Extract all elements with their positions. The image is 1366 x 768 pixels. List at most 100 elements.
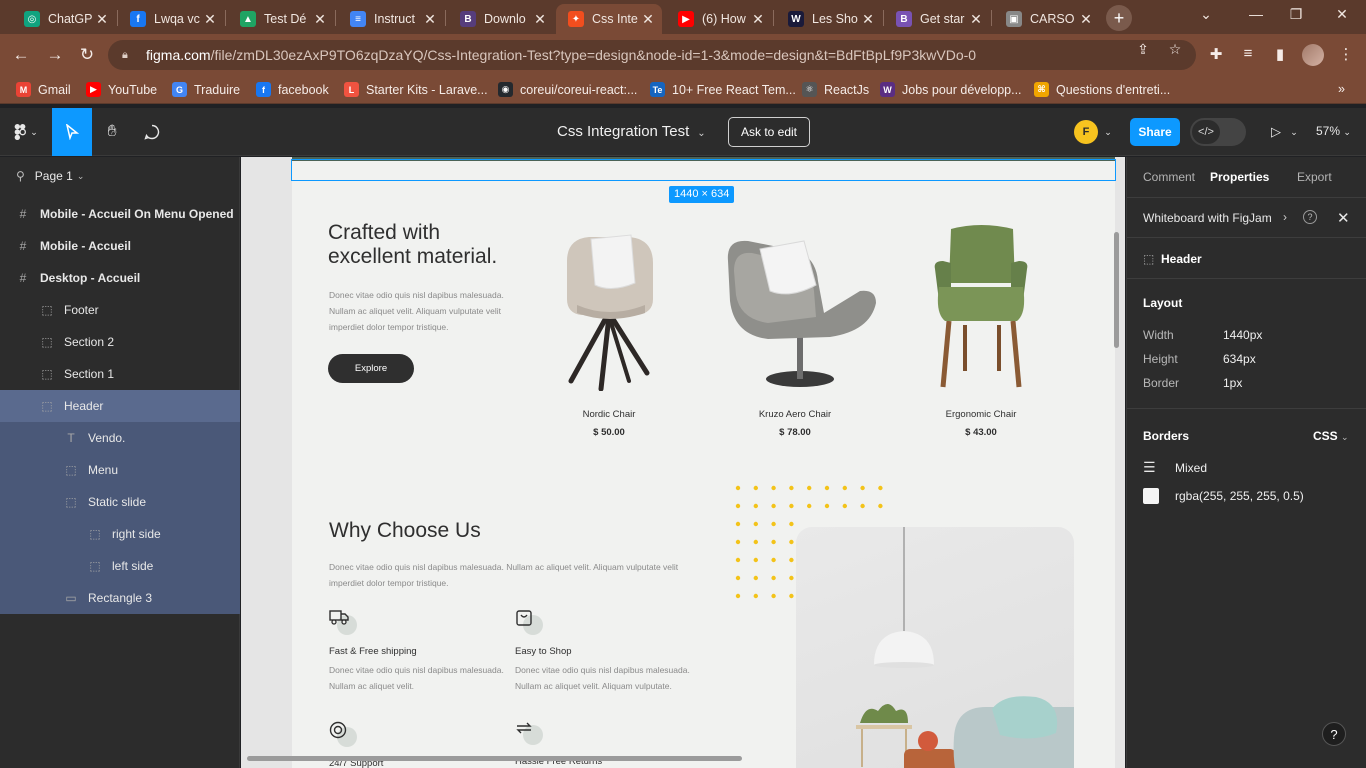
- bookmark-item[interactable]: Te 10+ Free React Tem...: [650, 82, 796, 97]
- layer-item[interactable]: ⬚ Static slide: [0, 486, 240, 518]
- border-color-swatch[interactable]: [1143, 488, 1159, 504]
- browser-tab[interactable]: ◎ ChatGP ✕: [12, 4, 116, 34]
- selection-outline[interactable]: [291, 159, 1116, 181]
- minimize-icon[interactable]: —: [1246, 6, 1266, 22]
- user-avatar[interactable]: F: [1074, 120, 1098, 144]
- layer-item[interactable]: # Mobile - Accueil On Menu Opened: [0, 198, 240, 230]
- share-button[interactable]: Share: [1130, 118, 1180, 146]
- ask-to-edit-button[interactable]: Ask to edit: [728, 117, 810, 147]
- tab-export[interactable]: Export: [1297, 170, 1332, 184]
- figma-main-menu-icon[interactable]: ⌄: [6, 108, 46, 156]
- chrome-menu-icon[interactable]: ⋮: [1336, 45, 1356, 65]
- tab-close-icon[interactable]: ✕: [202, 11, 218, 28]
- tab-close-icon[interactable]: ✕: [532, 11, 548, 28]
- product-card[interactable]: Ergonomic Chair $ 43.00: [906, 221, 1056, 438]
- tab-close-icon[interactable]: ✕: [640, 11, 656, 28]
- layer-item[interactable]: ⬚ Footer: [0, 294, 240, 326]
- present-chevron-icon[interactable]: ⌄: [1288, 108, 1300, 156]
- side-panel-icon[interactable]: ▮: [1270, 45, 1290, 65]
- users-chevron-icon[interactable]: ⌄: [1100, 108, 1116, 156]
- bookmark-item[interactable]: W Jobs pour développ...: [880, 82, 1022, 97]
- layer-item[interactable]: T Vendo.: [0, 422, 240, 454]
- forward-icon[interactable]: →: [44, 44, 66, 66]
- dev-mode-toggle[interactable]: </>: [1190, 118, 1246, 146]
- bookmark-item[interactable]: ⌘ Questions d'entreti...: [1034, 82, 1170, 97]
- layer-item[interactable]: ⬚ Menu: [0, 454, 240, 486]
- file-title[interactable]: Css Integration Test ⌄: [557, 123, 706, 140]
- page-selector[interactable]: ⚲ Page 1 ⌄: [16, 169, 84, 183]
- layer-item[interactable]: # Mobile - Accueil: [0, 230, 240, 262]
- bookmark-item[interactable]: G Traduire: [172, 82, 240, 97]
- more-bookmarks-icon[interactable]: »: [1338, 82, 1345, 96]
- css-format-select[interactable]: CSS ⌄: [1313, 429, 1349, 443]
- explore-button[interactable]: Explore: [328, 354, 414, 383]
- bookmark-favicon-icon: ◉: [498, 82, 513, 97]
- vertical-scrollbar[interactable]: [1114, 232, 1119, 348]
- help-button[interactable]: ?: [1322, 722, 1346, 746]
- browser-tab[interactable]: B Get star ✕: [884, 4, 990, 34]
- close-icon[interactable]: ✕: [1337, 209, 1350, 227]
- present-play-icon[interactable]: ▷: [1264, 108, 1288, 156]
- tab-close-icon[interactable]: ✕: [860, 11, 876, 28]
- share-page-icon[interactable]: ⇪: [1134, 41, 1152, 59]
- browser-tab[interactable]: ✦ Css Inte ✕: [556, 4, 662, 34]
- height-value[interactable]: 634px: [1223, 352, 1256, 366]
- horizontal-scrollbar[interactable]: [247, 756, 742, 761]
- width-value[interactable]: 1440px: [1223, 328, 1262, 342]
- bookmark-star-icon[interactable]: ☆: [1166, 41, 1184, 59]
- bookmark-item[interactable]: ⚛ ReactJs: [802, 82, 869, 97]
- tab-close-icon[interactable]: ✕: [968, 11, 984, 28]
- border-color-value[interactable]: rgba(255, 255, 255, 0.5): [1175, 489, 1304, 503]
- close-window-icon[interactable]: ✕: [1332, 6, 1352, 23]
- border-value[interactable]: 1px: [1223, 376, 1242, 390]
- browser-tab[interactable]: ▲ Test Dé ✕: [228, 4, 334, 34]
- tab-close-icon[interactable]: ✕: [312, 11, 328, 28]
- move-tool-icon[interactable]: [52, 108, 92, 156]
- product-card[interactable]: Nordic Chair $ 50.00: [534, 221, 684, 438]
- layer-item[interactable]: # Desktop - Accueil: [0, 262, 240, 294]
- layer-item[interactable]: ▭ Rectangle 3: [0, 582, 240, 614]
- extensions-icon[interactable]: ✚: [1206, 45, 1226, 65]
- browser-tab[interactable]: W Les Sho ✕: [776, 4, 882, 34]
- design-canvas[interactable]: 1440 × 634 Crafted with excellent materi…: [241, 157, 1125, 768]
- tab-close-icon[interactable]: ✕: [750, 11, 766, 28]
- layer-item[interactable]: ⬚ right side: [0, 518, 240, 550]
- bookmark-label: Gmail: [38, 82, 71, 97]
- profile-avatar[interactable]: [1302, 44, 1324, 66]
- reload-icon[interactable]: ↻: [76, 44, 98, 66]
- tab-close-icon[interactable]: ✕: [94, 11, 110, 28]
- browser-tab[interactable]: f Lwqa vc ✕: [118, 4, 224, 34]
- product-card[interactable]: Kruzo Aero Chair $ 78.00: [720, 221, 876, 438]
- tab-properties[interactable]: Properties: [1210, 170, 1269, 184]
- hand-tool-icon[interactable]: ✋︎: [92, 108, 132, 156]
- comment-tool-icon[interactable]: [132, 108, 172, 156]
- browser-tab[interactable]: ▣ CARSO ✕: [994, 4, 1100, 34]
- browser-tab[interactable]: ≡ Instruct ✕: [338, 4, 444, 34]
- bookmark-item[interactable]: ▶ YouTube: [86, 82, 157, 97]
- restore-icon[interactable]: ❐: [1286, 6, 1306, 23]
- bookmark-item[interactable]: M Gmail: [16, 82, 71, 97]
- address-bar[interactable]: 🔒︎ figma.com/file/zmDL30ezAxP9TO6zqDzaYQ…: [108, 40, 1196, 70]
- layer-item[interactable]: ⬚ left side: [0, 550, 240, 582]
- bookmark-item[interactable]: ◉ coreui/coreui-react:...: [498, 82, 637, 97]
- tab-close-icon[interactable]: ✕: [1078, 11, 1094, 28]
- zoom-level[interactable]: 57% ⌄: [1316, 124, 1351, 138]
- chevron-right-icon[interactable]: ›: [1283, 210, 1287, 224]
- tab-close-icon[interactable]: ✕: [422, 11, 438, 28]
- tab-comment[interactable]: Comment: [1143, 170, 1195, 184]
- whiteboard-figjam-link[interactable]: Whiteboard with FigJam: [1143, 211, 1272, 225]
- layer-item[interactable]: ⬚ Section 2: [0, 326, 240, 358]
- bookmark-item[interactable]: f facebook: [256, 82, 329, 97]
- search-icon[interactable]: ⚲: [16, 169, 25, 183]
- bookmark-item[interactable]: L Starter Kits - Larave...: [344, 82, 488, 97]
- lock-icon[interactable]: 🔒︎: [122, 49, 134, 61]
- browser-tab[interactable]: ▶ (6) How ✕: [666, 4, 772, 34]
- media-icon[interactable]: ≡: [1238, 45, 1258, 65]
- layer-item[interactable]: ⬚ Header: [0, 390, 240, 422]
- help-icon[interactable]: ?: [1303, 210, 1317, 224]
- layer-item[interactable]: ⬚ Section 1: [0, 358, 240, 390]
- browser-tab[interactable]: B Downlo ✕: [448, 4, 554, 34]
- new-tab-button[interactable]: +: [1106, 5, 1132, 31]
- tab-search-icon[interactable]: ⌄: [1196, 6, 1216, 23]
- back-icon[interactable]: ←: [10, 44, 32, 66]
